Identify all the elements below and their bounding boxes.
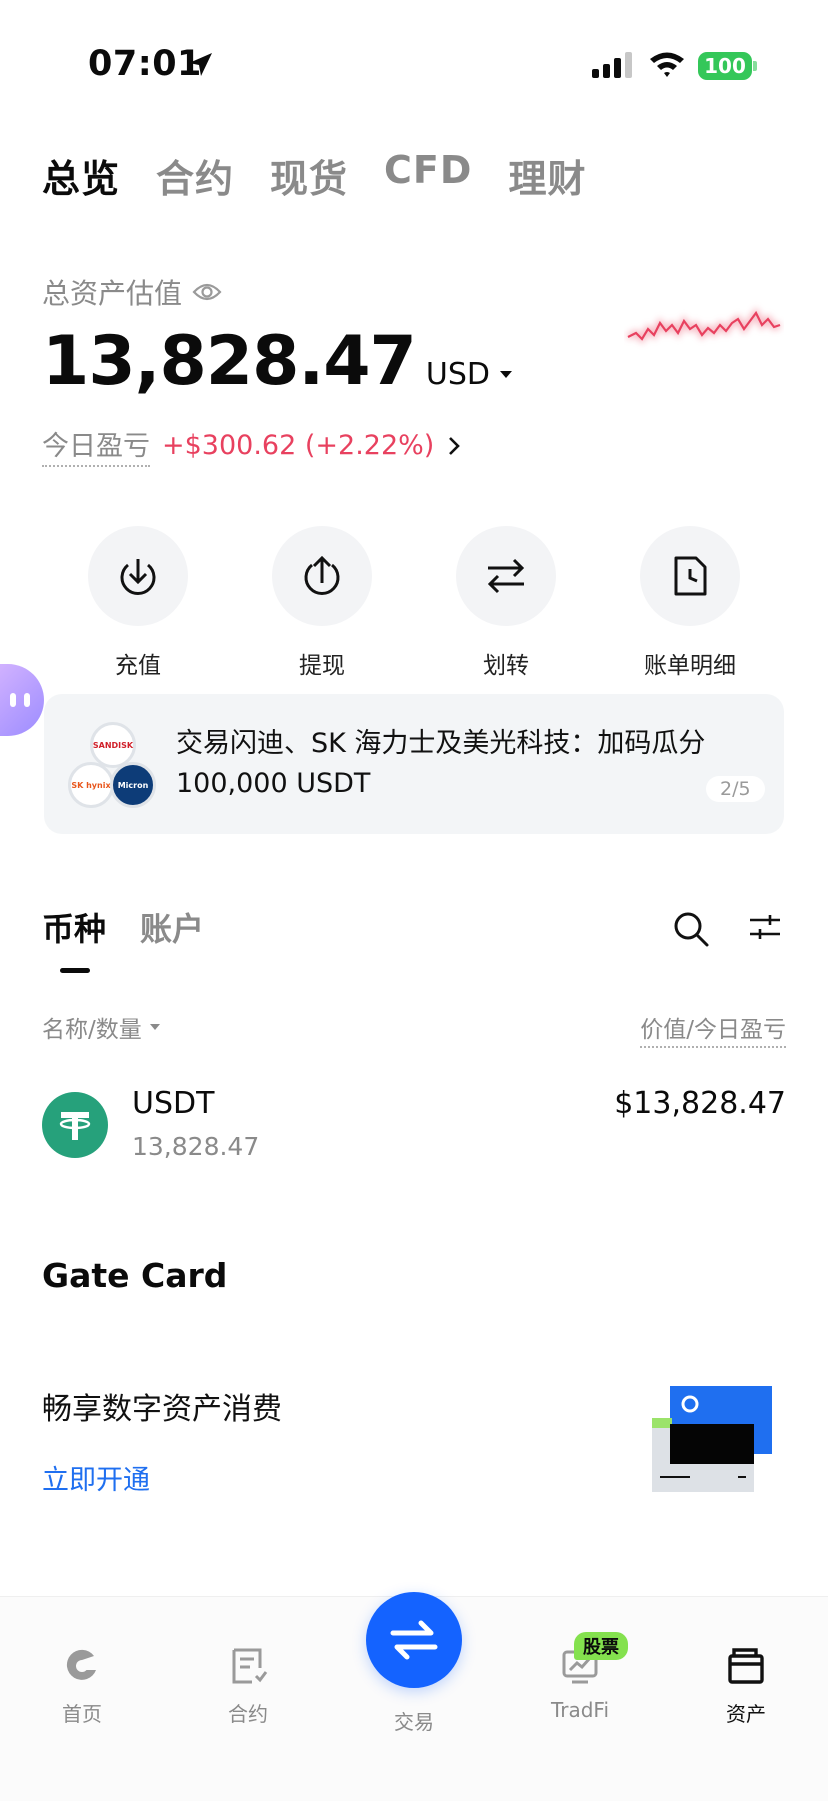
asset-symbol[interactable]: USDT: [132, 1086, 214, 1121]
deposit-button[interactable]: 充值: [78, 526, 198, 680]
micron-logo: Micron: [110, 762, 156, 808]
asset-tab-bar: 币种 账户: [42, 904, 204, 950]
tab-coins[interactable]: 币种: [42, 904, 106, 950]
deposit-label: 充值: [115, 653, 161, 679]
nav-contract[interactable]: 合约: [188, 1646, 308, 1727]
bill-label: 账单明细: [644, 653, 736, 679]
bill-details-button[interactable]: 账单明细: [630, 526, 750, 680]
withdraw-icon: [304, 555, 340, 595]
tab-accounts[interactable]: 账户: [140, 904, 204, 950]
nav-assets-label: 资产: [726, 1702, 766, 1726]
chevron-right-icon: [449, 436, 461, 455]
nav-tradfi-label: TradFi: [550, 1698, 610, 1722]
usdt-icon: [42, 1092, 108, 1158]
gate-card-illustration: [652, 1386, 772, 1492]
asset-quantity: 13,828.47: [132, 1132, 260, 1161]
nav-trade-button[interactable]: [366, 1592, 462, 1688]
transfer-button[interactable]: 划转: [446, 526, 566, 680]
assistant-eye-right: [24, 693, 30, 707]
active-tab-indicator: [60, 968, 90, 973]
tab-cfd[interactable]: CFD: [384, 148, 472, 203]
bill-icon: [674, 556, 707, 596]
tab-earn[interactable]: 理财: [508, 148, 586, 203]
top-tab-bar: 总览 合约 现货 CFD 理财: [42, 148, 586, 203]
tab-futures[interactable]: 合约: [156, 148, 234, 203]
banner-logos: SANDISK SK hynix Micron: [68, 722, 158, 810]
tab-spot[interactable]: 现货: [270, 148, 348, 203]
gate-card-activate-link[interactable]: 立即开通: [42, 1458, 150, 1497]
nav-home-label: 首页: [62, 1702, 102, 1726]
transfer-label: 划转: [483, 653, 529, 679]
bill-circle: [640, 526, 740, 626]
nav-home[interactable]: 首页: [22, 1646, 142, 1727]
wifi-icon: [650, 52, 684, 77]
col-name-label: 名称/数量: [42, 1017, 142, 1043]
cellular-signal-icon: [592, 52, 632, 78]
total-asset-label: 总资产估值: [42, 277, 183, 310]
assistant-eye-left: [10, 693, 16, 707]
location-arrow-icon: [189, 53, 212, 76]
currency-label: USD: [425, 357, 490, 392]
asset-value: $13,828.47: [614, 1086, 786, 1121]
nav-assets[interactable]: 资产: [686, 1646, 806, 1727]
deposit-icon: [120, 559, 156, 595]
sparkline-chart: [626, 307, 781, 344]
tab-overview[interactable]: 总览: [42, 148, 120, 203]
skhynix-logo: SK hynix: [68, 762, 114, 808]
total-asset-label-row: 总资产估值: [42, 272, 222, 312]
withdraw-button[interactable]: 提现: [262, 526, 382, 680]
total-asset-value: 13,828.47: [42, 322, 417, 401]
trade-icon: [390, 1620, 438, 1660]
currency-selector[interactable]: USD: [426, 357, 512, 392]
caret-down-icon: [499, 371, 512, 378]
today-pnl-label: 今日盈亏: [42, 424, 150, 467]
sort-name-quantity[interactable]: 名称/数量: [42, 1010, 160, 1044]
nav-trade-label: 交易: [394, 1710, 434, 1734]
home-icon: [66, 1649, 96, 1680]
nav-contract-label: 合约: [228, 1702, 268, 1726]
caret-down-icon: [149, 1024, 160, 1030]
withdraw-circle: [272, 526, 372, 626]
contract-icon: [232, 1648, 268, 1684]
filter-settings-icon[interactable]: [748, 912, 782, 942]
transfer-circle: [456, 526, 556, 626]
total-asset-row: 13,828.47 USD: [42, 322, 512, 401]
wallet-icon: [728, 1648, 764, 1684]
sandisk-logo: SANDISK: [90, 722, 136, 768]
battery-indicator: 100: [698, 52, 752, 80]
search-icon[interactable]: [672, 910, 710, 948]
eye-icon[interactable]: [192, 281, 222, 303]
transfer-icon: [487, 558, 525, 594]
banner-text: 交易闪迪、SK 海力士及美光科技：加码瓜分 100,000 USDT: [176, 728, 706, 799]
today-pnl-row[interactable]: 今日盈亏 +$300.62 (+2.22%): [42, 424, 462, 467]
battery-tip: [753, 61, 757, 71]
banner-page-indicator: 2/5: [706, 776, 765, 802]
today-pnl-value: +$300.62 (+2.22%): [162, 430, 435, 461]
promo-banner[interactable]: SANDISK SK hynix Micron 交易闪迪、SK 海力士及美光科技…: [44, 694, 784, 834]
withdraw-label: 提现: [299, 653, 345, 679]
deposit-circle: [88, 526, 188, 626]
gate-card-subtitle: 畅享数字资产消费: [42, 1392, 282, 1427]
floating-assistant-button[interactable]: [0, 664, 44, 736]
tether-logo: [59, 1112, 91, 1140]
stock-badge: 股票: [574, 1632, 628, 1660]
gate-card-title: Gate Card: [42, 1256, 228, 1295]
col-value-pnl-label[interactable]: 价值/今日盈亏: [640, 1010, 786, 1048]
